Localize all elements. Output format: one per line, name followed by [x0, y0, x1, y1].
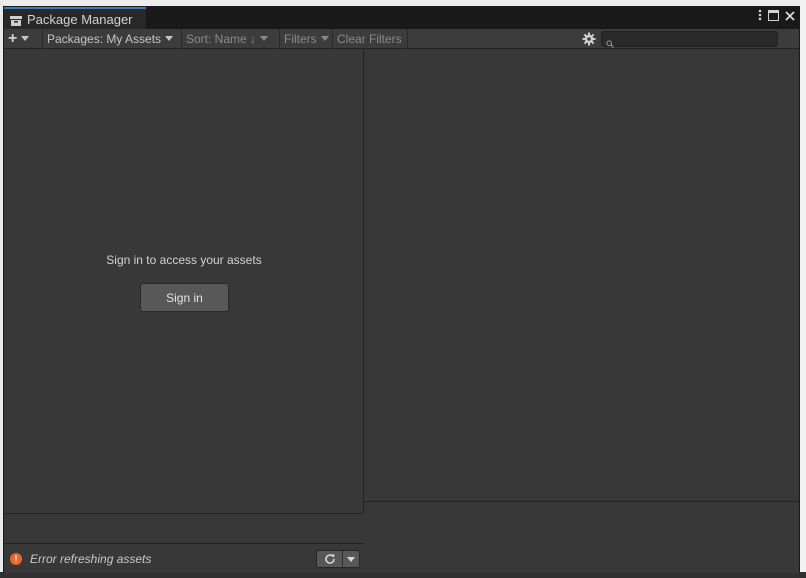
chevron-down-icon — [347, 557, 355, 562]
sign-in-button[interactable]: Sign in — [140, 283, 229, 312]
package-manager-window: Package Manager + Packages: My Assets So… — [3, 6, 800, 573]
settings-gear-icon[interactable] — [582, 32, 596, 46]
clear-filters-button[interactable]: Clear Filters — [333, 29, 408, 49]
sort-dropdown[interactable]: Sort: Name ↓ — [182, 29, 280, 49]
package-list-pane: Sign in to access your assets Sign in ! … — [4, 49, 364, 573]
title-bar: Package Manager — [4, 7, 799, 29]
packages-dropdown-label: Packages: My Assets — [47, 32, 161, 46]
sign-in-message: Sign in to access your assets — [4, 253, 364, 267]
packages-dropdown[interactable]: Packages: My Assets — [43, 29, 182, 49]
maximize-icon[interactable] — [768, 9, 779, 25]
sort-dropdown-label: Sort: Name ↓ — [186, 32, 256, 46]
status-bar: ! Error refreshing assets — [4, 543, 364, 573]
list-footer-spacer — [4, 513, 364, 543]
tab-package-manager[interactable]: Package Manager — [4, 7, 146, 29]
chevron-down-icon — [165, 36, 173, 41]
window-controls — [758, 9, 795, 25]
plus-icon: + — [8, 30, 17, 48]
add-package-button[interactable]: + — [4, 29, 43, 49]
background-right-strip — [800, 0, 806, 578]
chevron-down-icon — [260, 36, 268, 41]
clear-filters-label: Clear Filters — [337, 32, 402, 46]
filters-dropdown[interactable]: Filters — [280, 29, 333, 49]
status-error-text: Error refreshing assets — [30, 552, 151, 566]
close-icon[interactable] — [785, 9, 795, 25]
details-footer — [364, 501, 799, 531]
tab-title: Package Manager — [27, 12, 133, 27]
refresh-icon — [324, 553, 336, 565]
error-icon: ! — [10, 553, 22, 565]
refresh-options-button[interactable] — [343, 551, 359, 567]
chevron-down-icon — [321, 36, 329, 41]
search-input[interactable] — [601, 31, 778, 47]
refresh-button[interactable] — [317, 551, 343, 567]
more-options-icon[interactable] — [758, 9, 762, 25]
refresh-control — [316, 550, 360, 568]
filters-dropdown-label: Filters — [284, 32, 317, 46]
package-icon — [10, 14, 22, 24]
chevron-down-icon — [21, 36, 29, 41]
package-details-pane — [364, 49, 799, 573]
